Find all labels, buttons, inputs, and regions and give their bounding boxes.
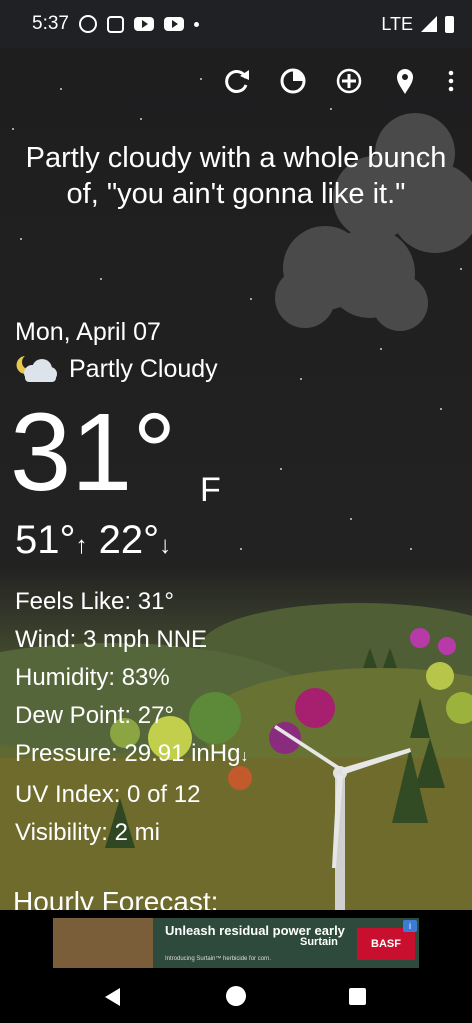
star <box>60 88 62 90</box>
star <box>380 348 382 350</box>
add-location-button[interactable] <box>332 64 366 98</box>
star <box>280 468 282 470</box>
alarm-icon <box>78 15 97 33</box>
condition-text: Partly Cloudy <box>69 354 218 383</box>
star <box>20 238 22 240</box>
status-bar: 5:37 LTE <box>0 0 472 48</box>
ad-bar: Unleash residual power early Introducing… <box>0 910 472 972</box>
home-icon[interactable] <box>226 986 246 1006</box>
star <box>410 548 412 550</box>
weather-headline: Partly cloudy with a whole bunch of, "yo… <box>25 142 447 210</box>
location-pin-icon <box>397 69 413 94</box>
ad-sponsor-logo: BASF <box>357 928 415 960</box>
recents-icon[interactable] <box>349 988 366 1005</box>
location-button[interactable] <box>388 64 422 98</box>
temperature-unit: F <box>200 471 221 509</box>
humidity: Humidity: 83% <box>15 664 170 691</box>
high-temp: 51° <box>15 518 76 562</box>
star <box>300 378 302 380</box>
clock: 5:37 <box>32 13 69 34</box>
ad-banner[interactable]: Unleash residual power early Introducing… <box>53 918 419 968</box>
star <box>200 78 202 80</box>
arrow-down-icon: ↓ <box>159 532 172 559</box>
radar-button[interactable] <box>276 64 310 98</box>
more-options-button[interactable] <box>444 64 458 98</box>
current-date: Mon, April 07 <box>15 318 161 346</box>
arrow-up-icon: ↑ <box>75 532 88 559</box>
dew-point: Dew Point: 27° <box>15 702 175 729</box>
partly-cloudy-night-icon <box>16 356 57 382</box>
instagram-icon <box>106 15 124 33</box>
feels-like: Feels Like: 31° <box>15 588 175 615</box>
youtube-icon <box>163 17 184 31</box>
signal-icon <box>421 16 437 32</box>
refresh-icon <box>225 70 249 93</box>
battery-icon <box>445 15 454 33</box>
star <box>140 118 142 120</box>
ad-brand: Surtain <box>300 936 338 948</box>
star <box>100 278 102 280</box>
star <box>250 298 252 300</box>
ad-info-icon[interactable]: i <box>403 920 417 932</box>
youtube-icon <box>133 17 154 31</box>
notification-dot-icon <box>193 21 199 27</box>
details-list: Feels Like: 31° Wind: 3 mph NNE Humidity… <box>15 583 248 852</box>
uv-index: UV Index: 0 of 12 <box>15 781 201 808</box>
pressure-falling-icon: ↓ <box>240 748 249 765</box>
condition-row: Partly Cloudy <box>15 354 218 384</box>
star <box>350 518 352 520</box>
star <box>440 408 442 410</box>
more-options-icon <box>448 70 454 92</box>
star <box>12 128 14 130</box>
visibility: Visibility: 2 mi <box>15 819 160 846</box>
navigation-bar <box>0 972 472 1023</box>
pressure-row: Pressure: 29.91 inHg↓ <box>15 735 248 776</box>
network-type: LTE <box>381 13 413 34</box>
current-temperature: 31° <box>10 391 177 514</box>
add-location-icon <box>336 68 362 94</box>
high-low: 51°↑ 22°↓ <box>15 518 171 563</box>
low-temp: 22° <box>98 518 160 562</box>
refresh-button[interactable] <box>220 64 254 98</box>
star <box>240 548 242 550</box>
hourly-forecast-title: Hourly Forecast: <box>13 886 219 910</box>
ad-subtext: Introducing Surtain™ herbicide for corn. <box>165 956 272 962</box>
pressure: Pressure: 29.91 inHg <box>15 740 241 767</box>
toolbar <box>220 64 458 98</box>
back-icon[interactable] <box>105 988 120 1006</box>
radar-icon <box>280 68 306 94</box>
wind: Wind: 3 mph NNE <box>15 626 208 653</box>
weather-scene[interactable]: Partly cloudy with a whole bunch of, "yo… <box>0 48 472 910</box>
ad-image <box>53 918 153 968</box>
